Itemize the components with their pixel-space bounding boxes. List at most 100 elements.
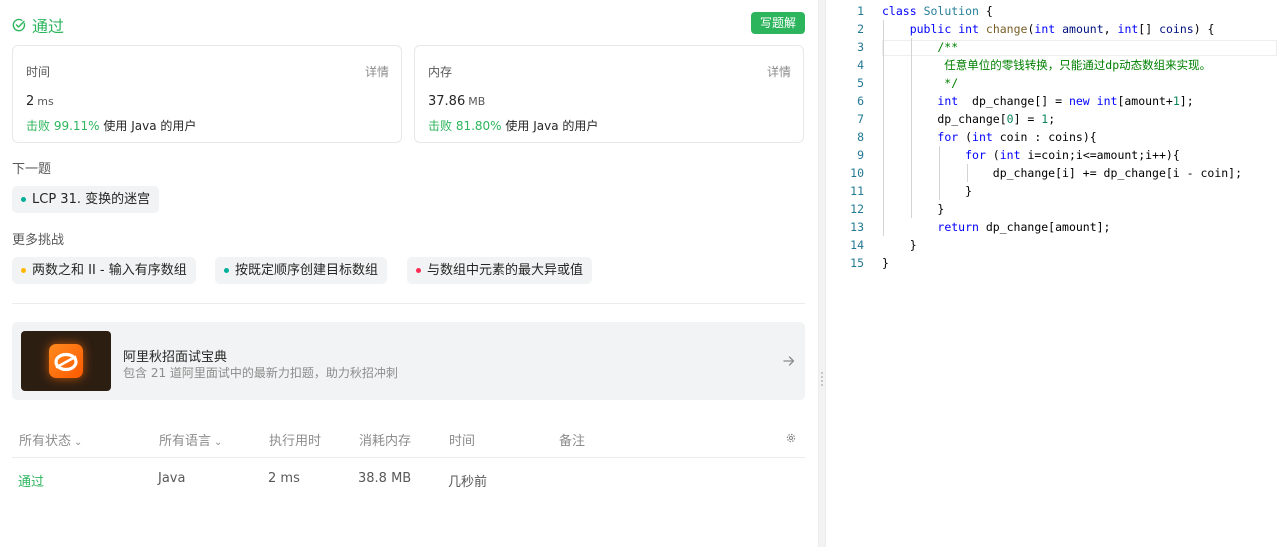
- code-line: 14 }: [826, 236, 1277, 254]
- row-status-link[interactable]: 通过: [18, 471, 44, 490]
- status-title: 通过: [12, 13, 64, 37]
- line-number: 8: [857, 130, 864, 144]
- challenge-chip[interactable]: 按既定顺序创建目标数组: [215, 257, 388, 284]
- code-text: for (int coin : coins){: [937, 130, 1097, 144]
- runtime-card: 时间 详情 2 ms 击败 99.11% 使用 Java 的用户: [12, 45, 402, 143]
- gear-icon[interactable]: [785, 432, 797, 444]
- chevron-down-icon: ⌄: [74, 437, 83, 448]
- runtime-detail-link[interactable]: 详情: [365, 63, 389, 80]
- memory-value: 37.86 MB: [428, 94, 485, 109]
- next-problem-title: LCP 31. 变换的迷宫: [32, 192, 151, 207]
- line-number: 3: [857, 40, 864, 54]
- memory-beat-text: 使用 Java 的用户: [501, 119, 599, 133]
- code-text: }: [882, 256, 889, 270]
- code-text: dp_change[0] = 1;: [882, 112, 1056, 126]
- line-number: 10: [850, 166, 864, 180]
- alibaba-a-icon: [54, 352, 78, 372]
- runtime-number: 2: [26, 94, 35, 109]
- code-line: 10 dp_change[i] += dp_change[i - coin];: [826, 164, 1277, 182]
- line-number: 11: [850, 184, 864, 198]
- line-number: 1: [857, 4, 864, 18]
- line-number: 4: [857, 58, 864, 72]
- difficulty-dot: [224, 268, 229, 273]
- challenge-title: 两数之和 II - 输入有序数组: [32, 263, 187, 278]
- line-number: 14: [850, 238, 864, 252]
- code-line: 9 for (int i=coin;i<=amount;i++){: [826, 146, 1277, 164]
- more-challenges-label: 更多挑战: [12, 233, 65, 248]
- code-text: }: [882, 238, 917, 252]
- runtime-beat-pct: 击败 99.11%: [26, 119, 100, 133]
- code-line: 12 }: [826, 200, 1277, 218]
- code-line: 15}: [826, 254, 1277, 272]
- row-memory: 38.8 MB: [358, 471, 412, 486]
- difficulty-dot: [21, 197, 26, 202]
- status-filter-label: 所有状态: [19, 434, 72, 449]
- note-column-header: 备注: [559, 434, 586, 449]
- code-text: class Solution {: [882, 4, 993, 18]
- memory-card: 内存 详情 37.86 MB 击败 81.80% 使用 Java 的用户: [414, 45, 804, 143]
- time-column-header: 时间: [449, 434, 476, 449]
- memory-detail-link[interactable]: 详情: [767, 63, 791, 80]
- status-row: 通过 写题解: [12, 12, 805, 36]
- panel-resize-handle[interactable]: [818, 0, 826, 547]
- line-number: 6: [857, 94, 864, 108]
- difficulty-dot: [21, 268, 26, 273]
- next-problem-chip[interactable]: LCP 31. 变换的迷宫: [12, 186, 160, 213]
- code-line: 2 public int change(int amount, int[] co…: [826, 20, 1277, 38]
- code-line: 11 }: [826, 182, 1277, 200]
- line-number: 9: [857, 148, 864, 162]
- memory-beat-pct: 击败 81.80%: [428, 119, 502, 133]
- runtime-label: 时间: [26, 65, 51, 79]
- code-text: }: [882, 202, 945, 216]
- status-text: 通过: [32, 17, 65, 36]
- runtime-beat: 击败 99.11% 使用 Java 的用户: [26, 117, 196, 134]
- code-text: dp_change[i] += dp_change[i - coin];: [882, 166, 1243, 180]
- challenge-chip[interactable]: 两数之和 II - 输入有序数组: [12, 257, 196, 284]
- memory-beat: 击败 81.80% 使用 Java 的用户: [428, 117, 598, 134]
- code-text: /**: [882, 40, 959, 54]
- code-view: 1 class Solution { 2 public int change(in…: [826, 2, 1277, 272]
- code-text: }: [882, 184, 973, 198]
- language-filter-label: 所有语言: [159, 434, 212, 449]
- write-solution-button[interactable]: 写题解: [750, 12, 805, 34]
- code-editor[interactable]: 1 class Solution { 2 public int change(in…: [826, 0, 1277, 547]
- drag-grip-icon: [821, 372, 824, 386]
- arrow-right-icon: [783, 356, 795, 366]
- code-line: 8 for (int coin : coins){: [826, 128, 1277, 146]
- challenge-chip[interactable]: 与数组中元素的最大异或值: [407, 257, 593, 284]
- language-filter[interactable]: 所有语言 ⌄: [159, 430, 222, 449]
- code-line: 5 */: [826, 74, 1277, 92]
- row-runtime: 2 ms: [268, 471, 300, 486]
- memory-label: 内存: [428, 65, 453, 79]
- challenge-title: 按既定顺序创建目标数组: [235, 263, 379, 278]
- chevron-down-icon: ⌄: [214, 437, 223, 448]
- code-line: 13 return dp_change[amount];: [826, 218, 1277, 236]
- line-number: 15: [850, 256, 864, 270]
- submissions-table-header: 所有状态 ⌄ 所有语言 ⌄ 执行用时 消耗内存 时间 备注: [12, 420, 805, 458]
- code-text: */: [882, 76, 959, 90]
- runtime-unit: ms: [37, 95, 54, 108]
- line-number: 12: [850, 202, 864, 216]
- status-filter[interactable]: 所有状态 ⌄: [19, 430, 82, 449]
- code-line: 6 int dp_change[] = new int[amount+1];: [826, 92, 1277, 110]
- promo-title: 阿里秋招面试宝典: [123, 350, 228, 365]
- divider: [12, 303, 805, 304]
- code-line: 4 任意单位的零钱转换，只能通过dp动态数组来实现。: [826, 56, 1277, 74]
- row-time: 几秒前: [448, 475, 488, 490]
- next-problem-label: 下一题: [12, 162, 52, 177]
- runtime-beat-text: 使用 Java 的用户: [99, 119, 197, 133]
- code-text: for (int i=coin;i<=amount;i++){: [965, 148, 1180, 162]
- submission-result-panel: 通过 写题解 时间 详情 2 ms 击败 99.11% 使用 Java 的用户 内…: [0, 0, 818, 547]
- promo-subtitle: 包含 21 道阿里面试中的最新力扣题，助力秋招冲刺: [123, 366, 398, 380]
- code-line: 7 dp_change[0] = 1;: [826, 110, 1277, 128]
- runtime-column-header: 执行用时: [269, 434, 322, 449]
- promo-banner[interactable]: 阿里秋招面试宝典 包含 21 道阿里面试中的最新力扣题，助力秋招冲刺: [12, 322, 805, 400]
- table-row: 通过 Java 2 ms 38.8 MB 几秒前: [12, 458, 805, 500]
- code-text: 任意单位的零钱转换，只能通过dp动态数组来实现。: [882, 58, 1212, 72]
- code-line: 3 /**: [826, 38, 1277, 56]
- alibaba-logo-icon: [49, 344, 83, 378]
- line-number: 5: [857, 76, 864, 90]
- memory-number: 37.86: [428, 94, 466, 109]
- line-number: 7: [857, 112, 864, 126]
- line-number: 2: [857, 22, 864, 36]
